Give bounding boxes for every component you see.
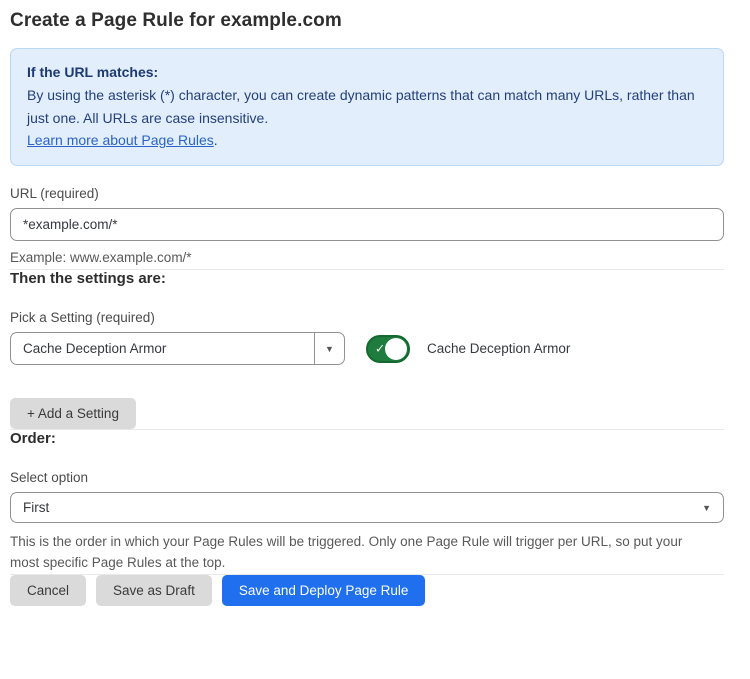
toggle-label: Cache Deception Armor xyxy=(427,341,570,356)
cache-deception-armor-toggle[interactable]: ✓ xyxy=(366,335,410,363)
info-box-body: By using the asterisk (*) character, you… xyxy=(27,84,707,130)
setting-row: Cache Deception Armor ▼ ✓ Cache Deceptio… xyxy=(10,332,724,365)
pick-setting-label: Pick a Setting (required) xyxy=(10,310,724,325)
order-helper-text: This is the order in which your Page Rul… xyxy=(10,532,710,574)
learn-more-page-rules-link[interactable]: Learn more about Page Rules xyxy=(27,132,214,148)
url-match-info-box: If the URL matches: By using the asteris… xyxy=(10,48,724,166)
url-input[interactable] xyxy=(10,208,724,241)
page-title: Create a Page Rule for example.com xyxy=(10,10,724,32)
url-example-helper: Example: www.example.com/* xyxy=(10,248,724,269)
chevron-down-icon: ▼ xyxy=(702,503,711,513)
url-field: URL (required) Example: www.example.com/… xyxy=(10,186,724,269)
save-as-draft-button[interactable]: Save as Draft xyxy=(96,575,212,606)
add-setting-button[interactable]: + Add a Setting xyxy=(10,398,136,429)
order-section-heading: Order: xyxy=(10,430,724,447)
order-select-value: First xyxy=(23,500,49,515)
order-select[interactable]: First ▼ xyxy=(10,492,724,523)
settings-section-heading: Then the settings are: xyxy=(10,270,724,287)
save-and-deploy-button[interactable]: Save and Deploy Page Rule xyxy=(222,575,426,606)
check-icon: ✓ xyxy=(375,341,385,355)
footer-actions: Cancel Save as Draft Save and Deploy Pag… xyxy=(10,575,724,606)
order-select-label: Select option xyxy=(10,470,724,485)
link-suffix-text: . xyxy=(214,132,218,148)
create-page-rule-panel: Create a Page Rule for example.com If th… xyxy=(0,0,750,626)
cancel-button[interactable]: Cancel xyxy=(10,575,86,606)
chevron-down-icon[interactable]: ▼ xyxy=(314,333,344,364)
toggle-knob xyxy=(385,338,407,360)
info-box-link-row: Learn more about Page Rules. xyxy=(27,129,707,152)
setting-select-value: Cache Deception Armor xyxy=(11,341,314,356)
url-label: URL (required) xyxy=(10,186,724,201)
setting-select[interactable]: Cache Deception Armor ▼ xyxy=(10,332,345,365)
info-box-heading: If the URL matches: xyxy=(27,61,707,84)
